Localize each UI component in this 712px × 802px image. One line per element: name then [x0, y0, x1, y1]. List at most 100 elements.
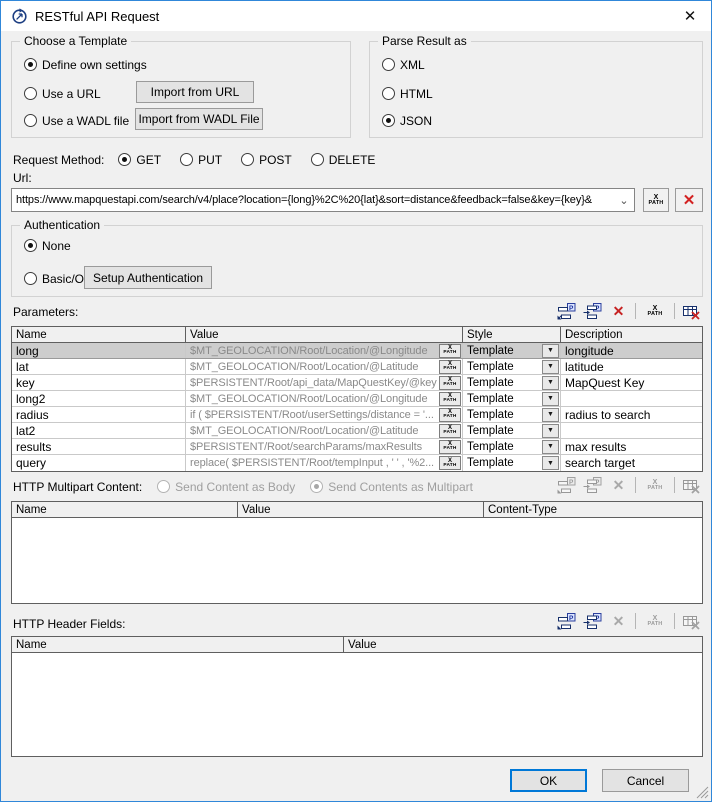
param-value[interactable]: $MT_GEOLOCATION/Root/Location/@Latitude … [186, 359, 463, 374]
column-header-name[interactable]: Name [12, 637, 344, 652]
param-name[interactable]: lat2 [12, 423, 186, 438]
xpath-icon[interactable]: XPATH [643, 303, 667, 320]
xpath-button[interactable]: XPATH [439, 456, 461, 470]
param-style[interactable]: Template ▼ [463, 375, 561, 390]
radio-post[interactable]: POST [241, 152, 292, 167]
param-name[interactable]: results [12, 439, 186, 454]
param-value[interactable]: $MT_GEOLOCATION/Root/Location/@Longitude… [186, 391, 463, 406]
delete-row-icon: ✕ [609, 477, 628, 494]
param-name[interactable]: long2 [12, 391, 186, 406]
xpath-button[interactable]: XPATH [439, 424, 461, 438]
param-value[interactable]: if ( $PERSISTENT/Root/userSettings/dista… [186, 407, 463, 422]
radio-put[interactable]: PUT [180, 152, 222, 167]
chevron-down-icon[interactable]: ▼ [542, 360, 559, 374]
param-value[interactable]: replace( $PERSISTENT/Root/tempInput , ' … [186, 455, 463, 471]
radio-use-a-wadl-file[interactable]: Use a WADL file [24, 113, 129, 128]
chevron-down-icon[interactable]: ▼ [542, 456, 559, 470]
column-header-name[interactable]: Name [12, 502, 238, 517]
param-name[interactable]: radius [12, 407, 186, 422]
param-description[interactable] [561, 423, 702, 438]
close-icon[interactable]: ✕ [679, 9, 701, 24]
chevron-down-icon[interactable]: ▼ [542, 440, 559, 454]
table-row[interactable]: lat $MT_GEOLOCATION/Root/Location/@Latit… [12, 359, 702, 375]
url-value: https://www.mapquestapi.com/search/v4/pl… [16, 194, 616, 206]
column-header-value[interactable]: Value [344, 637, 702, 652]
table-row[interactable]: query replace( $PERSISTENT/Root/tempInpu… [12, 455, 702, 471]
param-description[interactable]: MapQuest Key [561, 375, 702, 390]
column-header-style[interactable]: Style [463, 327, 561, 342]
ok-button[interactable]: OK [510, 769, 587, 792]
param-description[interactable] [561, 391, 702, 406]
authentication-group: Authentication None Basic/OAuth Setup Au… [11, 225, 703, 297]
param-style[interactable]: Template ▼ [463, 439, 561, 454]
radio-use-a-url[interactable]: Use a URL [24, 86, 101, 101]
param-style[interactable]: Template ▼ [463, 423, 561, 438]
radio-json[interactable]: JSON [382, 113, 432, 128]
param-name[interactable]: long [12, 343, 186, 358]
column-header-value[interactable]: Value [238, 502, 484, 517]
append-parameter-icon[interactable]: P [557, 303, 576, 320]
param-value[interactable]: $MT_GEOLOCATION/Root/Location/@Longitude… [186, 343, 463, 358]
append-header-icon[interactable]: P [557, 613, 576, 630]
param-style[interactable]: Template ▼ [463, 391, 561, 406]
chevron-down-icon[interactable]: ▼ [542, 392, 559, 406]
url-clear-button[interactable]: ✕ [675, 188, 703, 212]
param-name[interactable]: query [12, 455, 186, 471]
xpath-button[interactable]: XPATH [439, 408, 461, 422]
column-header-description[interactable]: Description [561, 327, 702, 342]
resize-grip[interactable] [696, 786, 709, 799]
param-name[interactable]: key [12, 375, 186, 390]
table-row[interactable]: key $PERSISTENT/Root/api_data/MapQuestKe… [12, 375, 702, 391]
radio-auth-none[interactable]: None [24, 238, 71, 253]
param-description[interactable]: search target [561, 455, 702, 471]
column-header-value[interactable]: Value [186, 327, 463, 342]
url-input[interactable]: https://www.mapquestapi.com/search/v4/pl… [11, 188, 635, 212]
cancel-button[interactable]: Cancel [602, 769, 689, 792]
param-value[interactable]: $PERSISTENT/Root/api_data/MapQuestKey/@k… [186, 375, 463, 390]
param-style[interactable]: Template ▼ [463, 407, 561, 422]
param-value[interactable]: $MT_GEOLOCATION/Root/Location/@Latitude … [186, 423, 463, 438]
param-description[interactable]: radius to search [561, 407, 702, 422]
param-style[interactable]: Template ▼ [463, 343, 561, 358]
table-row[interactable]: long2 $MT_GEOLOCATION/Root/Location/@Lon… [12, 391, 702, 407]
toolbar-separator [674, 613, 675, 629]
chevron-down-icon[interactable]: ▼ [542, 424, 559, 438]
url-label: Url: [13, 171, 32, 185]
insert-parameter-icon[interactable]: P [583, 303, 602, 320]
xpath-button[interactable]: XPATH [439, 376, 461, 390]
chevron-down-icon[interactable]: ▼ [542, 344, 559, 358]
xpath-button[interactable]: XPATH [439, 344, 461, 358]
param-description[interactable]: max results [561, 439, 702, 454]
param-style[interactable]: Template ▼ [463, 455, 561, 471]
param-description[interactable]: latitude [561, 359, 702, 374]
column-header-content-type[interactable]: Content-Type [484, 502, 702, 517]
insert-header-icon[interactable]: P [583, 613, 602, 630]
table-row[interactable]: radius if ( $PERSISTENT/Root/userSetting… [12, 407, 702, 423]
chevron-down-icon[interactable]: ⌄ [616, 194, 632, 207]
xpath-button[interactable]: XPATH [439, 360, 461, 374]
delete-all-parameters-icon[interactable] [682, 303, 701, 320]
param-name[interactable]: lat [12, 359, 186, 374]
column-header-name[interactable]: Name [12, 327, 186, 342]
param-value[interactable]: $PERSISTENT/Root/searchParams/maxResults… [186, 439, 463, 454]
param-description[interactable]: longitude [561, 343, 702, 358]
chevron-down-icon[interactable]: ▼ [542, 408, 559, 422]
table-row[interactable]: results $PERSISTENT/Root/searchParams/ma… [12, 439, 702, 455]
xpath-icon: XPATH [643, 613, 667, 630]
setup-authentication-button[interactable]: Setup Authentication [84, 266, 212, 289]
import-from-url-button[interactable]: Import from URL [136, 81, 254, 103]
radio-define-own-settings[interactable]: Define own settings [24, 57, 147, 72]
radio-get[interactable]: GET [118, 152, 161, 167]
xpath-button[interactable]: XPATH [439, 392, 461, 406]
radio-delete[interactable]: DELETE [311, 152, 376, 167]
table-row[interactable]: lat2 $MT_GEOLOCATION/Root/Location/@Lati… [12, 423, 702, 439]
url-xpath-button[interactable]: X PATH [643, 188, 669, 212]
import-from-wadl-button[interactable]: Import from WADL File [135, 108, 263, 130]
radio-html[interactable]: HTML [382, 86, 433, 101]
table-row[interactable]: long $MT_GEOLOCATION/Root/Location/@Long… [12, 343, 702, 359]
delete-parameter-icon[interactable]: ✕ [609, 303, 628, 320]
param-style[interactable]: Template ▼ [463, 359, 561, 374]
xpath-button[interactable]: XPATH [439, 440, 461, 454]
radio-xml[interactable]: XML [382, 57, 425, 72]
chevron-down-icon[interactable]: ▼ [542, 376, 559, 390]
